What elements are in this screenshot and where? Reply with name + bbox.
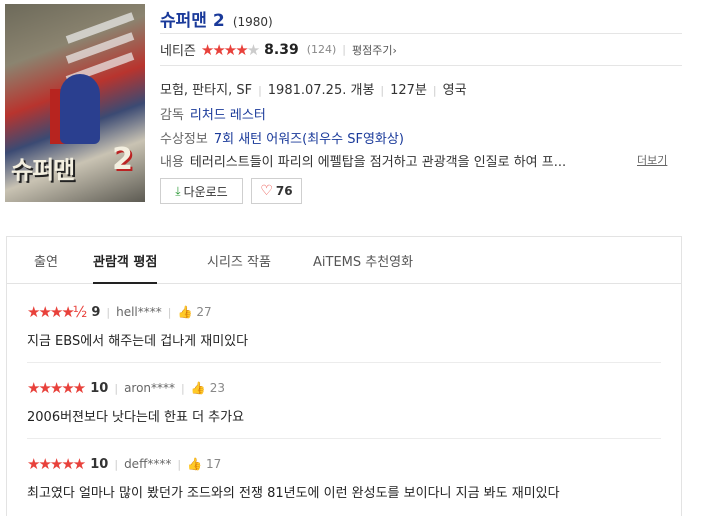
genre: 모험, 판타지, SF: [160, 83, 253, 98]
review-item: ★★★★★ 10 | deff**** | 👍 17 최고였다 얼마나 많이 봤…: [27, 455, 661, 501]
runtime: 127분: [390, 83, 427, 98]
review-text: 지금 EBS에서 해주는데 겁나게 재미있다: [27, 334, 249, 349]
tab-bar: 출연 관람객 평점 시리즈 작품 AiTEMS 추천영화: [7, 237, 681, 284]
review-user: hell****: [116, 305, 162, 319]
thumbs-up-icon[interactable]: 👍: [177, 305, 192, 319]
movie-year: (1980): [232, 15, 273, 29]
separator: |: [342, 43, 346, 56]
like-count: 76: [275, 184, 293, 198]
review-user: deff****: [124, 457, 172, 471]
reviews-panel: 출연 관람객 평점 시리즈 작품 AiTEMS 추천영화 ★★★★½ 9 | h…: [6, 236, 682, 516]
like-button[interactable]: ♡ 76: [251, 178, 302, 204]
plot-text: 테러리스트들이 파리의 에펠탑을 점거하고 관광객을 인질로 하여 프...: [189, 155, 567, 170]
award-row: 수상정보 7회 새턴 어워즈(최우수 SF영화상): [160, 128, 404, 147]
tab-cast[interactable]: 출연: [34, 251, 58, 270]
review-stars: ★★★★½: [27, 303, 87, 321]
poster-title: 슈퍼맨: [11, 156, 75, 184]
download-label: 다운로드: [183, 184, 228, 199]
plot-row: 내용 테러리스트들이 파리의 에펠탑을 점거하고 관광객을 인질로 하여 프...: [160, 151, 566, 170]
movie-poster[interactable]: 슈퍼맨 2: [5, 4, 145, 202]
review-text: 2006버젼보다 낫다는데 한표 더 추가요: [27, 410, 245, 425]
review-item: ★★★★★ 10 | aron**** | 👍 23 2006버젼보다 낫다는데…: [27, 379, 661, 425]
tab-aitems-recommend[interactable]: AiTEMS 추천영화: [313, 251, 413, 270]
poster-number: 2: [112, 142, 133, 177]
title-row: 슈퍼맨 2 (1980): [160, 6, 682, 33]
tab-audience-ratings[interactable]: 관람객 평점: [93, 251, 158, 284]
director-link[interactable]: 리처드 레스터: [190, 108, 266, 123]
divider: [27, 438, 661, 439]
review-score: 10: [90, 456, 109, 472]
more-link[interactable]: 더보기: [637, 152, 667, 168]
divider: [160, 33, 682, 34]
divider: [27, 362, 661, 363]
director-row: 감독 리처드 레스터: [160, 104, 266, 123]
download-icon: ⤓: [175, 183, 181, 198]
review-item: ★★★★½ 9 | hell**** | 👍 27 지금 EBS에서 해주는데 …: [27, 303, 661, 349]
movie-title[interactable]: 슈퍼맨 2: [160, 11, 225, 31]
country: 영국: [442, 83, 467, 98]
review-score: 10: [90, 380, 109, 396]
thumbs-up-icon[interactable]: 👍: [191, 381, 206, 395]
netizen-label: 네티즌: [160, 44, 196, 59]
poster-art: [60, 74, 100, 144]
rating-count: (124): [306, 43, 337, 56]
movie-meta: 모험, 판타지, SF | 1981.07.25. 개봉 | 127분 | 영국: [160, 83, 467, 98]
tab-series[interactable]: 시리즈 작품: [207, 251, 271, 270]
review-stars: ★★★★★: [27, 379, 86, 397]
award-link[interactable]: 7회 새턴 어워즈(최우수 SF영화상): [214, 132, 404, 147]
review-likes: 23: [209, 381, 225, 395]
thumbs-up-icon[interactable]: 👍: [187, 457, 202, 471]
award-label: 수상정보: [160, 132, 208, 147]
plot-label: 내용: [160, 155, 184, 170]
download-button[interactable]: ⤓ 다운로드: [160, 178, 243, 204]
release-date: 1981.07.25. 개봉: [267, 83, 375, 98]
review-text: 최고였다 얼마나 많이 봤던가 조드와의 전쟁 81년도에 이런 완성도를 보이…: [27, 486, 560, 501]
review-user: aron****: [124, 381, 176, 395]
director-label: 감독: [160, 108, 184, 123]
heart-icon: ♡: [260, 183, 273, 199]
rating-score: 8.39: [264, 41, 299, 58]
review-likes: 17: [206, 457, 222, 471]
review-stars: ★★★★★: [27, 455, 86, 473]
divider: [160, 65, 682, 66]
review-likes: 27: [196, 305, 212, 319]
rate-movie-link[interactable]: 평점주기›: [352, 42, 397, 58]
rating-stars: ★★★★★: [200, 40, 260, 59]
review-score: 9: [91, 304, 101, 320]
rating-row: 네티즌 ★★★★★ 8.39 (124) | 평점주기›: [160, 40, 397, 60]
